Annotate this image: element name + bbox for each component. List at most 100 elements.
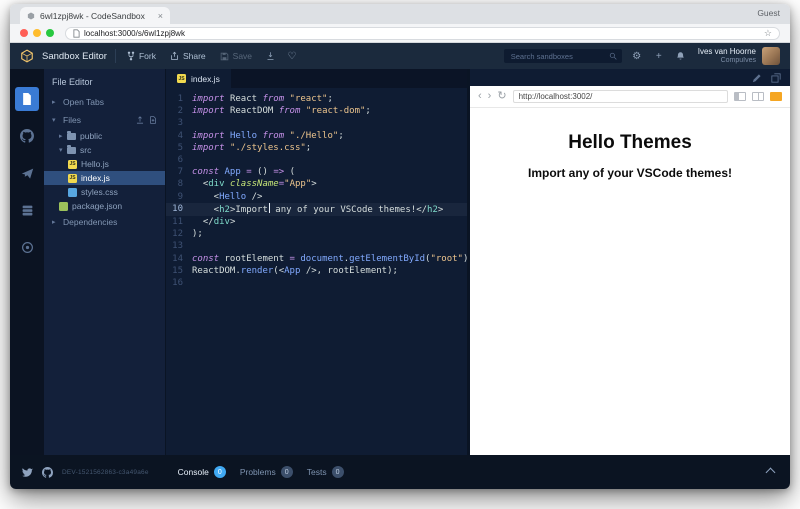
share-label: Share	[182, 51, 206, 61]
chevron-down-icon: ▾	[52, 117, 56, 124]
expand-console-chevron-icon[interactable]	[765, 467, 776, 477]
code-line-7[interactable]: 7 const App = () => (	[166, 166, 467, 178]
new-file-icon[interactable]	[149, 116, 157, 124]
line-number: 7	[177, 167, 183, 178]
code-line-8[interactable]: 8 <div className="App">	[166, 178, 467, 190]
codesandbox-favicon	[27, 12, 35, 20]
rail-item-server[interactable]	[15, 198, 39, 222]
chevron-right-icon: ▸	[52, 219, 56, 226]
view-split-icon[interactable]	[752, 92, 764, 101]
code-line-9[interactable]: 9 <Hello />	[166, 191, 467, 203]
close-window-button[interactable]	[20, 29, 28, 37]
notifications-bell-icon[interactable]	[674, 49, 688, 63]
preview-url-input[interactable]	[512, 90, 728, 103]
new-sandbox-plus-icon[interactable]: +	[652, 49, 666, 63]
address-bar[interactable]: localhost:3000/s/6wl1zpj8wk ☆	[65, 26, 780, 40]
code-text: import Hello from "./Hello";	[192, 130, 344, 141]
user-menu[interactable]: Ives van Hoorne CompuIves	[698, 47, 780, 65]
code-line-10[interactable]: 10 <h2>Import any of your VSCode themes!…	[166, 202, 467, 217]
line-number: 8	[177, 179, 183, 190]
chevron-down-icon: ▾	[59, 147, 63, 154]
search-sandboxes-input[interactable]	[508, 50, 605, 62]
code-line-6[interactable]: 6	[166, 154, 467, 166]
user-names: Ives van Hoorne CompuIves	[698, 47, 756, 64]
code-line-5[interactable]: 5 import "./styles.css";	[166, 142, 467, 154]
save-button[interactable]: Save	[217, 51, 255, 61]
live-circle-icon	[21, 241, 34, 254]
refresh-icon[interactable]: ↻	[497, 91, 506, 102]
browser-profile-label[interactable]: Guest	[757, 8, 780, 20]
code-line-1[interactable]: 1 import React from "react";	[166, 93, 467, 105]
line-number: 2	[177, 106, 183, 117]
browser-tab[interactable]: 6wl1zpj8wk - CodeSandbox ×	[20, 7, 170, 24]
file-item-index.js[interactable]: JS index.js	[44, 171, 165, 185]
back-icon[interactable]: ‹	[478, 91, 482, 102]
preferences-gear-icon[interactable]: ⚙	[630, 49, 644, 63]
code-area[interactable]: 1 import React from "react"; 2 import React…	[166, 88, 467, 455]
code-line-11[interactable]: 11 </div>	[166, 216, 467, 228]
line-number: 1	[177, 94, 183, 104]
forward-icon[interactable]: ›	[488, 91, 492, 102]
devtools-tab-tests[interactable]: Tests 0	[307, 466, 344, 478]
code-text: import ReactDOM from "react-dom";	[192, 106, 371, 117]
minimize-window-button[interactable]	[33, 29, 41, 37]
code-line-15[interactable]: 15 ReactDOM.render(<App />, rootElement);	[166, 265, 467, 277]
download-button[interactable]	[263, 49, 277, 63]
code-line-14[interactable]: 14 const rootElement = document.getElemen…	[166, 253, 467, 265]
file-item-Hello.js[interactable]: JS Hello.js	[44, 157, 165, 171]
editor-tab-index-js[interactable]: JS index.js	[166, 69, 231, 88]
code-text: <h2>Import any of your VSCode themes!</h…	[192, 202, 444, 215]
rail-item-deployment[interactable]	[15, 161, 39, 185]
rail-item-files[interactable]	[15, 87, 39, 111]
section-label: Dependencies	[63, 217, 118, 227]
file-item-src[interactable]: ▾ src	[44, 143, 165, 157]
js-file-icon: JS	[68, 173, 77, 183]
line-number: 15	[172, 265, 183, 276]
github-icon[interactable]	[42, 466, 53, 478]
fork-button[interactable]: Fork	[124, 51, 159, 61]
twitter-icon[interactable]	[22, 467, 33, 478]
tab-label: Problems	[239, 467, 276, 477]
edit-pencil-icon[interactable]	[752, 73, 762, 83]
page-info-icon[interactable]	[73, 28, 80, 38]
view-browser-icon[interactable]	[770, 92, 782, 101]
code-line-2[interactable]: 2 import ReactDOM from "react-dom";	[166, 105, 467, 117]
open-in-new-window-icon[interactable]	[771, 72, 781, 83]
code-line-13[interactable]: 13	[166, 240, 467, 252]
codesandbox-logo[interactable]	[20, 49, 34, 63]
file-name: public	[80, 131, 103, 141]
line-number: 12	[172, 229, 183, 240]
like-heart-icon[interactable]: ♡	[285, 49, 299, 63]
file-item-public[interactable]: ▸ public	[44, 129, 165, 143]
upload-files-icon[interactable]	[136, 116, 144, 124]
code-line-3[interactable]: 3	[166, 117, 467, 129]
maximize-window-button[interactable]	[46, 29, 54, 37]
view-editor-icon[interactable]	[734, 92, 746, 101]
bookmark-star-icon[interactable]: ☆	[764, 28, 772, 39]
file-item-package.json[interactable]: package.json	[44, 199, 165, 213]
share-button[interactable]: Share	[167, 51, 209, 61]
rail-item-live[interactable]	[15, 235, 39, 259]
code-text: const rootElement = document.getElementB…	[192, 253, 467, 264]
devtools-tabs: Console 0 Problems 0 Tests 0	[178, 466, 344, 478]
devtools-tab-problems[interactable]: Problems 0	[240, 466, 293, 478]
user-name: Ives van Hoorne	[697, 47, 756, 57]
code-line-4[interactable]: 4 import Hello from "./Hello";	[166, 130, 467, 142]
avatar	[762, 47, 780, 65]
close-tab-icon[interactable]: ×	[158, 11, 163, 21]
rail-item-github[interactable]	[15, 124, 39, 148]
section-open-tabs[interactable]: ▸ Open Tabs	[44, 93, 165, 111]
line-number: 5	[177, 142, 183, 153]
code-text: ReactDOM.render(<App />, rootElement);	[192, 265, 398, 276]
line-number: 16	[172, 278, 183, 289]
editor-tab-label: index.js	[191, 73, 220, 84]
paper-plane-icon	[21, 167, 34, 180]
file-item-styles.css[interactable]: styles.css	[44, 185, 165, 199]
code-line-12[interactable]: 12);	[166, 228, 467, 240]
section-dependencies[interactable]: ▸ Dependencies	[44, 213, 165, 231]
code-line-16[interactable]: 16	[166, 277, 467, 289]
section-files[interactable]: ▾ Files	[44, 111, 165, 129]
devtools-tab-console[interactable]: Console 0	[178, 466, 226, 478]
search-icon	[609, 52, 617, 60]
file-name: styles.css	[81, 187, 118, 197]
